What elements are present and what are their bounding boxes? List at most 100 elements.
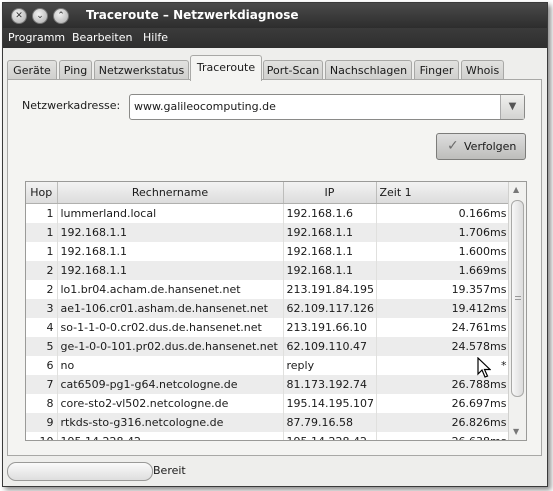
cell-hop: 1 [26,223,58,242]
table-row[interactable]: 8 core-sto2-vl502.netcologne.de 195.14.195… [26,394,511,413]
cell-hop: 1 [26,242,58,261]
menu-bearbeiten[interactable]: Bearbeiten [72,31,132,44]
cell-hop: 8 [26,394,58,413]
cell-ip: 62.109.117.126 [283,299,377,318]
statusbar: Bereit [3,459,547,486]
cell-time: 19.412ms [376,299,511,318]
cell-time: 26.638ms [376,432,511,440]
app-window: ✕ ⌄ ⌃ Traceroute – Netzwerkdiagnose Prog… [2,2,548,487]
cell-hostname: ge-1-0-0-101.pr02.dus.de.hansenet.net [57,337,284,356]
cell-time: 26.826ms [376,413,511,432]
cell-ip: 62.109.110.47 [283,337,377,356]
cell-hop: 10 [26,432,58,440]
cell-hop: 9 [26,413,58,432]
cell-ip: 213.191.66.10 [283,318,377,337]
tab-geraete[interactable]: Geräte [7,60,57,80]
cell-hop: 7 [26,375,58,394]
cell-hostname: 192.168.1.1 [57,261,284,280]
table-row[interactable]: 7 cat6509-pg1-g64.netcologne.de 81.173.192… [26,375,511,394]
cell-ip: 192.168.1.6 [283,203,377,223]
mouse-pointer-icon [477,357,491,378]
cell-time: 0.166ms [376,203,511,223]
column-header-hop[interactable]: Hop [26,182,58,204]
cell-ip: 192.168.1.1 [283,261,377,280]
cell-hop: 1 [26,203,58,223]
status-text: Bereit [153,464,186,477]
cell-time: 1.600ms [376,242,511,261]
cell-hostname: lummerland.local [57,203,284,223]
cell-hostname: cat6509-pg1-g64.netcologne.de [57,375,284,394]
cell-hostname: ae1-106.cr01.asham.de.hansenet.net [57,299,284,318]
tab-bar: Geräte Ping Netzwerkstatus Traceroute Po… [7,54,547,81]
cell-hostname: 192.168.1.1 [57,242,284,261]
cell-hostname: no [57,356,284,375]
tab-port-scan[interactable]: Port-Scan [263,60,323,80]
tab-finger[interactable]: Finger [414,60,459,80]
cell-hostname: lo1.br04.acham.de.hansenet.net [57,280,284,299]
table-row[interactable]: 6 no reply * [26,356,511,375]
window-title: Traceroute – Netzwerkdiagnose [86,8,299,22]
column-header-ip[interactable]: IP [283,182,377,204]
cell-time: 1.669ms [376,261,511,280]
cell-time: 24.578ms [376,337,511,356]
cell-ip: 81.173.192.74 [283,375,377,394]
cell-hostname: rtkds-sto-g316.netcologne.de [57,413,284,432]
menu-programm[interactable]: Programm [8,31,65,44]
address-combobox[interactable]: www.galileocomputing.de ▼ [129,94,525,120]
cell-hop: 5 [26,337,58,356]
tab-traceroute[interactable]: Traceroute [190,55,262,81]
vertical-scrollbar[interactable]: ▲ ▼ [508,182,526,440]
cell-hostname: so-1-1-0-0.cr02.dus.de.hansenet.net [57,318,284,337]
menu-hilfe[interactable]: Hilfe [143,31,168,44]
column-header-zeit[interactable]: Zeit 1 [376,182,511,204]
grip-icon [515,296,521,300]
cell-time: 19.357ms [376,280,511,299]
scrollbar-thumb[interactable] [511,200,524,397]
address-input[interactable]: www.galileocomputing.de [134,100,276,113]
table-row[interactable]: 1 192.168.1.1 192.168.1.1 1.706ms [26,223,511,242]
table-row[interactable]: 2 lo1.br04.acham.de.hansenet.net 213.191.8… [26,280,511,299]
minimize-icon[interactable]: ⌄ [32,8,48,24]
table-row[interactable]: 10195.14.228.42195.14.228.4226.638ms [26,432,511,440]
results-table: Hop Rechnername IP Zeit 1 1 lummerland.lo… [25,181,527,441]
follow-button[interactable]: ✓ Verfolgen [436,133,526,160]
table-row[interactable]: 1 192.168.1.1 192.168.1.1 1.600ms [26,242,511,261]
cell-ip: 87.79.16.58 [283,413,377,432]
cell-hop: 4 [26,318,58,337]
checkmark-icon: ✓ [447,138,459,154]
cell-time: 24.761ms [376,318,511,337]
cell-ip: 195.14.195.107 [283,394,377,413]
table-row[interactable]: 3 ae1-106.cr01.asham.de.hansenet.net 62.10… [26,299,511,318]
cell-time: 1.706ms [376,223,511,242]
cell-ip: 213.191.84.195 [283,280,377,299]
tab-whois[interactable]: Whois [461,60,504,80]
cell-ip: 192.168.1.1 [283,223,377,242]
cell-ip: reply [283,356,377,375]
cell-time: 26.697ms [376,394,511,413]
table-row[interactable]: 2 192.168.1.1 192.168.1.1 1.669ms [26,261,511,280]
cell-hostname: core-sto2-vl502.netcologne.de [57,394,284,413]
dropdown-arrow-icon[interactable]: ▼ [500,95,524,119]
table-row[interactable]: 5 ge-1-0-0-101.pr02.dus.de.hansenet.net 62… [26,337,511,356]
close-icon[interactable]: ✕ [11,8,27,24]
cell-hop: 2 [26,261,58,280]
column-header-rechnername[interactable]: Rechnername [57,182,284,204]
cell-hostname: 195.14.228.42 [57,432,284,440]
menubar: Programm Bearbeiten Hilfe [3,28,547,48]
tab-netzwerkstatus[interactable]: Netzwerkstatus [94,60,189,80]
cell-hop: 2 [26,280,58,299]
follow-button-label: Verfolgen [464,140,517,153]
progress-bar [7,462,153,481]
table-row[interactable]: 9 rtkds-sto-g316.netcologne.de 87.79.16.58… [26,413,511,432]
cell-hop: 6 [26,356,58,375]
scroll-up-icon[interactable]: ▲ [513,185,519,194]
tab-ping[interactable]: Ping [59,60,92,80]
address-label: Netzwerkadresse: [22,99,121,112]
scroll-down-icon[interactable]: ▼ [513,427,519,436]
tab-nachschlagen[interactable]: Nachschlagen [325,60,412,80]
table-row[interactable]: 1 lummerland.local 192.168.1.6 0.166ms [26,203,511,223]
table-row[interactable]: 4 so-1-1-0-0.cr02.dus.de.hansenet.net 213.… [26,318,511,337]
maximize-icon[interactable]: ⌃ [53,8,69,24]
cell-ip: 195.14.228.42 [283,432,377,440]
cell-hostname: 192.168.1.1 [57,223,284,242]
